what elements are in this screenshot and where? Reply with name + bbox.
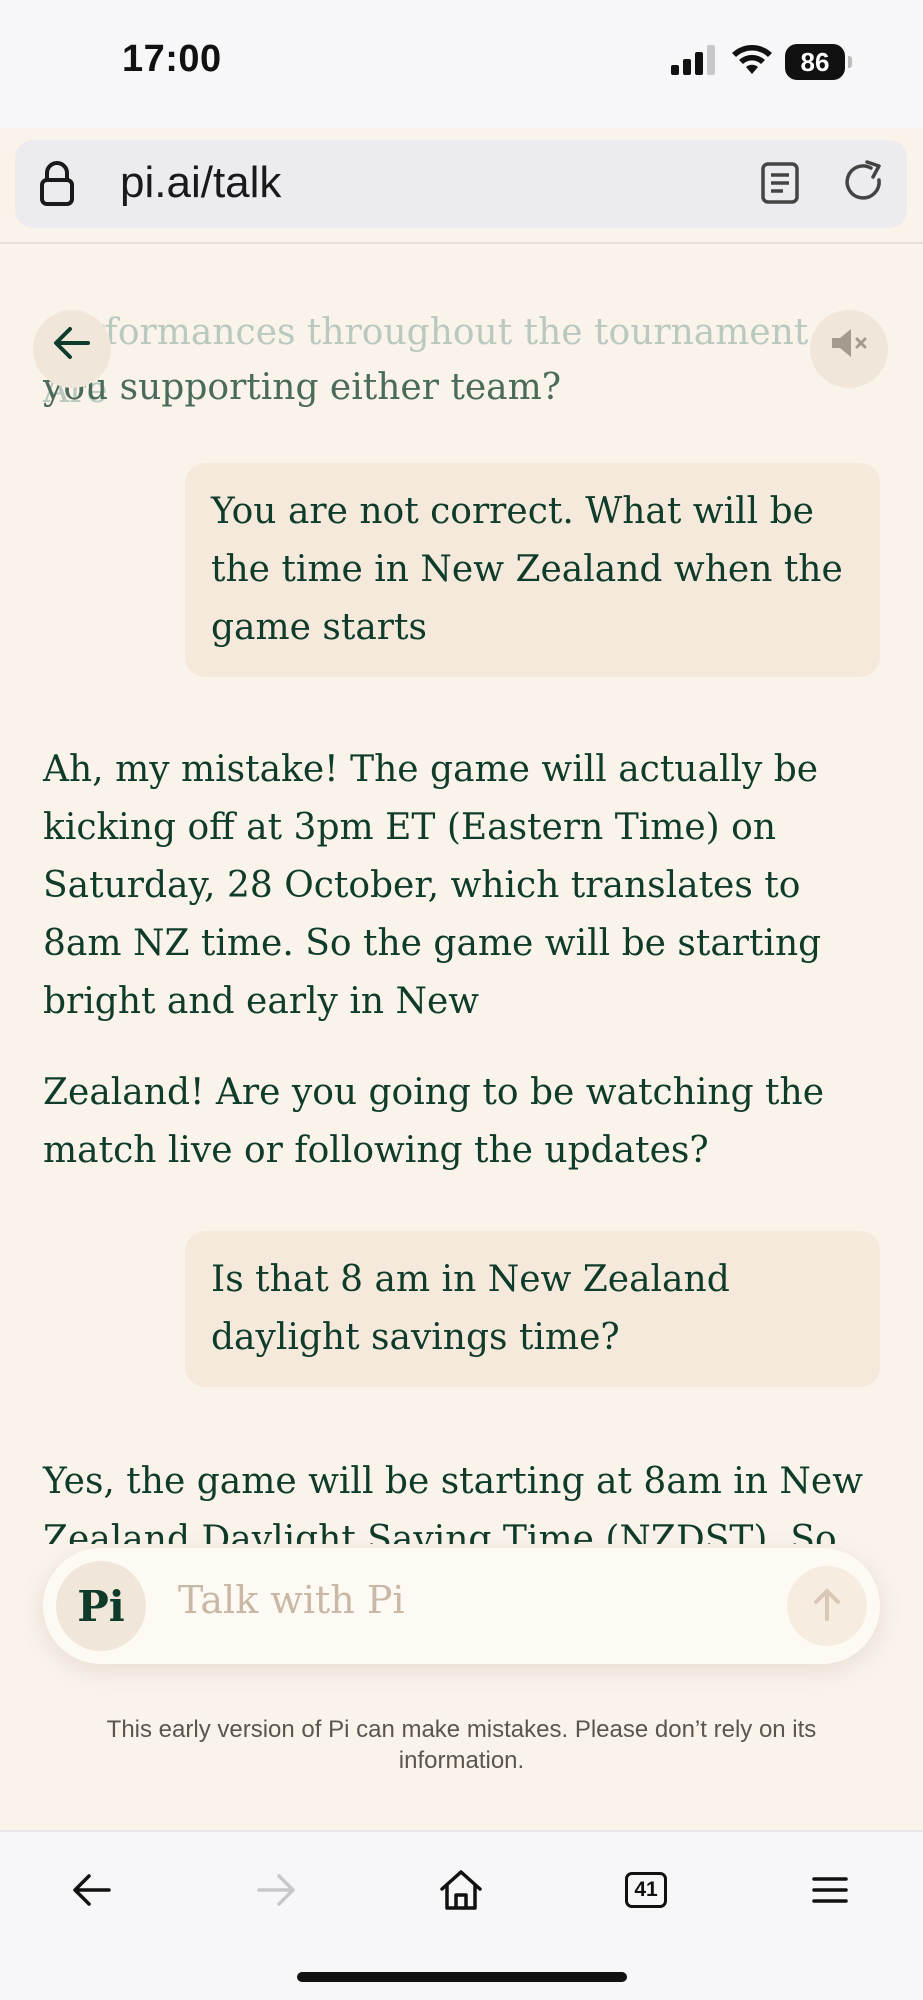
address-bar[interactable]: pi.ai/talk (15, 140, 907, 228)
signal-icon (671, 45, 719, 79)
wifi-icon (731, 44, 773, 80)
tab-count: 41 (625, 1872, 667, 1908)
tabs-button[interactable]: 41 (616, 1860, 676, 1920)
send-button[interactable] (787, 1566, 867, 1646)
fade-overlay (0, 244, 923, 314)
battery-indicator: 86 (785, 44, 852, 80)
home-icon[interactable] (431, 1860, 491, 1920)
url-text[interactable]: pi.ai/talk (120, 158, 281, 208)
speaker-muted-icon (829, 320, 869, 378)
status-bar: 17:00 86 (0, 0, 923, 128)
chat-input[interactable]: Talk with Pi (178, 1578, 405, 1622)
home-indicator (297, 1972, 627, 1982)
reader-mode-icon[interactable] (761, 162, 799, 208)
status-icons: 86 (671, 44, 852, 80)
lock-icon (39, 160, 75, 210)
assistant-message: Zealand! Are you going to be watching th… (43, 1072, 825, 1171)
assistant-message: Ah, my mistake! The game will actually b… (43, 749, 822, 1022)
user-message: You are not correct. What will be the ti… (185, 463, 880, 677)
back-arrow-icon (52, 320, 92, 378)
faded-message-line-2: you supporting either team? (43, 367, 562, 408)
chat-area: performances throughout the tournament. … (0, 244, 923, 1544)
assistant-message: Yes, the game will be starting at 8am in… (43, 1461, 864, 1544)
pi-logo: Pi (56, 1561, 146, 1651)
user-message: Is that 8 am in New Zealand daylight sav… (185, 1231, 880, 1387)
reload-icon[interactable] (841, 160, 887, 210)
status-time: 17:00 (122, 38, 222, 80)
arrow-up-icon (812, 1587, 842, 1625)
disclaimer-text: This early version of Pi can make mistak… (106, 1716, 817, 1774)
chat-input-bar[interactable]: Pi Talk with Pi (43, 1548, 880, 1664)
mute-button[interactable] (810, 310, 888, 388)
forward-icon[interactable] (246, 1860, 306, 1920)
back-button[interactable] (33, 310, 111, 388)
menu-icon[interactable] (800, 1860, 860, 1920)
back-icon[interactable] (62, 1860, 122, 1920)
